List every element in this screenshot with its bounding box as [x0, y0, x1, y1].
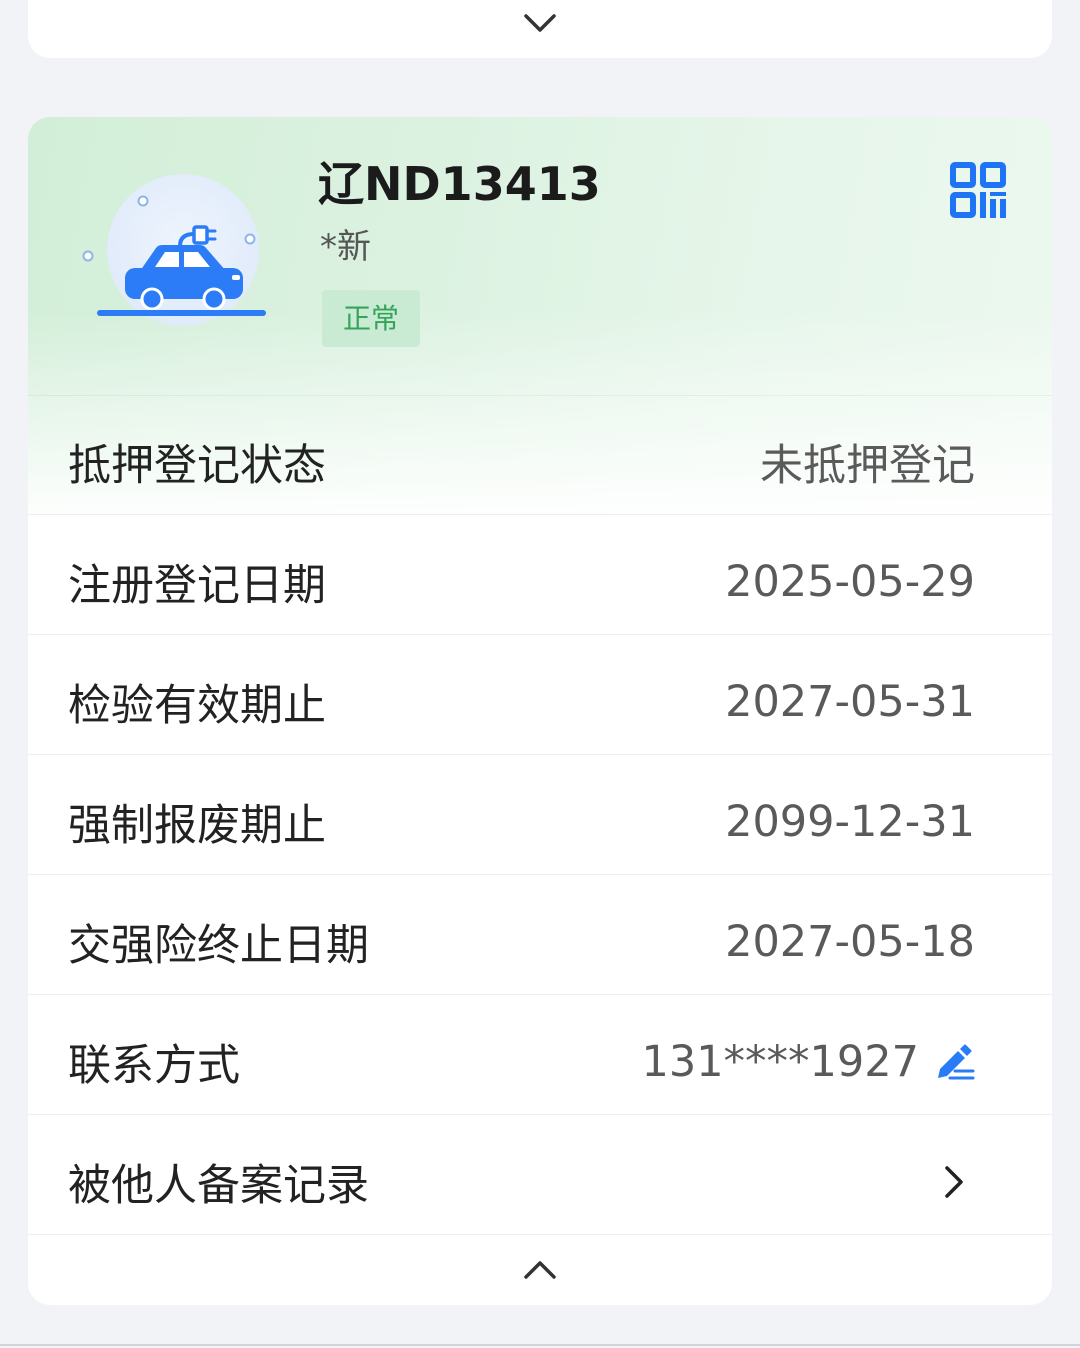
qr-code-icon[interactable]: [950, 162, 1006, 218]
inspection-expiry-row: 检验有效期止 2027-05-31: [28, 635, 1052, 755]
scrap-deadline-row: 强制报废期止 2099-12-31: [28, 755, 1052, 875]
collapse-bar[interactable]: [28, 1235, 1052, 1305]
license-plate: 辽ND13413: [318, 157, 601, 211]
energy-type: *新: [320, 227, 371, 267]
chevron-right-icon[interactable]: [943, 1164, 965, 1200]
chevron-up-icon[interactable]: [523, 1260, 557, 1280]
row-value: 2027-05-31: [725, 676, 975, 727]
row-label: 联系方式: [68, 1040, 240, 1091]
row-label: 抵押登记状态: [68, 440, 326, 491]
mortgage-status-row: 抵押登记状态 未抵押登记: [28, 395, 1052, 515]
row-value: 未抵押登记: [760, 440, 975, 491]
row-label: 注册登记日期: [68, 560, 326, 611]
vehicle-details-list: 抵押登记状态 未抵押登记 注册登记日期 2025-05-29 检验有效期止 20…: [28, 395, 1052, 1235]
electric-car-icon: [82, 174, 266, 326]
vehicle-card: 辽ND13413 *新 正常 抵押登记状态 未抵押登记 注册登记日期 2025-…: [28, 117, 1052, 1305]
edit-icon[interactable]: [933, 1042, 975, 1082]
row-label: 交强险终止日期: [68, 920, 369, 971]
row-value: 2027-05-18: [725, 916, 975, 967]
row-label: 检验有效期止: [68, 680, 326, 731]
row-label: 被他人备案记录: [68, 1160, 369, 1211]
filing-records-row[interactable]: 被他人备案记录: [28, 1115, 1052, 1235]
phone-number: 131****1927: [641, 1036, 919, 1087]
previous-card: [28, 0, 1052, 58]
bottom-divider: [0, 1344, 1080, 1346]
row-label: 强制报废期止: [68, 800, 326, 851]
contact-value-group: 131****1927: [641, 1037, 975, 1087]
insurance-expiry-row: 交强险终止日期 2027-05-18: [28, 875, 1052, 995]
chevron-down-icon[interactable]: [523, 13, 557, 33]
registration-date-row: 注册登记日期 2025-05-29: [28, 515, 1052, 635]
row-value: 2025-05-29: [725, 556, 975, 607]
status-badge: 正常: [322, 290, 420, 347]
row-value: 2099-12-31: [725, 796, 975, 847]
contact-row[interactable]: 联系方式 131****1927: [28, 995, 1052, 1115]
